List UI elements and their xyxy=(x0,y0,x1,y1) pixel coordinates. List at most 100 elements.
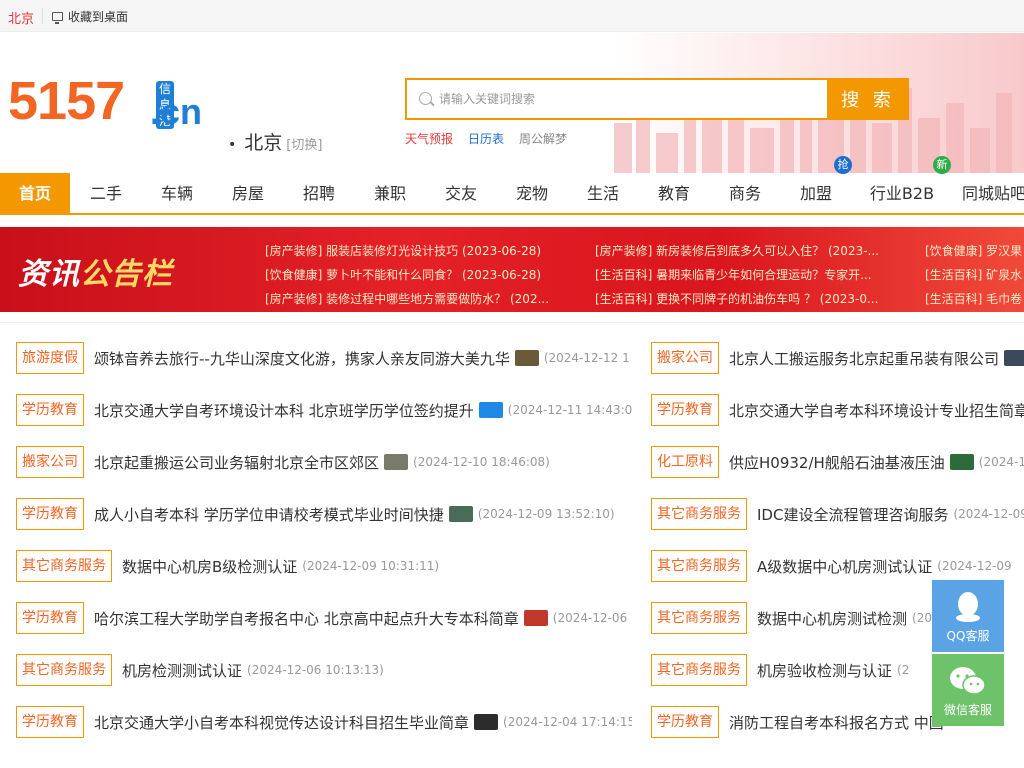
list-item: 学历教育 成人小自考本科 学历学位申请校考模式毕业时间快捷 (2024-12-09 … xyxy=(16,498,615,530)
qq-service-button[interactable]: QQ客服 xyxy=(932,580,1004,652)
listing-thumbnail xyxy=(478,402,503,418)
search-button[interactable]: 搜 索 xyxy=(827,78,909,120)
qq-service-label: QQ客服 xyxy=(946,629,990,643)
category-tag[interactable]: 搬家公司 xyxy=(16,446,84,478)
listing-title-link[interactable]: 北京交通大学小自考本科视觉传达设计科目招生毕业简章 xyxy=(94,712,469,733)
nav-housing[interactable]: 房屋 xyxy=(218,173,278,215)
category-tag[interactable]: 学历教育 xyxy=(651,394,719,426)
category-tag[interactable]: 其它商务服务 xyxy=(651,654,747,686)
news-banner: 资讯公告栏 [房产装修] 服装店装修灯光设计技巧 (2023-06-28) [房… xyxy=(0,227,1024,312)
list-item: 学历教育 北京交通大学小自考本科视觉传达设计科目招生毕业简章 (2024-12-04… xyxy=(16,706,632,738)
category-tag[interactable]: 其它商务服务 xyxy=(651,550,747,582)
hot-links: 天气预报 日历表 周公解梦 xyxy=(405,130,567,147)
listing-title-link[interactable]: 颂钵音养去旅行--九华山深度文化游，携家人亲友同游大美九华 xyxy=(94,348,510,369)
listing-thumbnail xyxy=(448,506,473,522)
list-item: 旅游度假 颂钵音养去旅行--九华山深度文化游，携家人亲友同游大美九华 (2024-1… xyxy=(16,342,630,374)
search-input[interactable] xyxy=(439,88,819,110)
search-box: 搜 索 xyxy=(405,78,909,120)
news-item[interactable]: [房产装修] 服装店装修灯光设计技巧 (2023-06-28) xyxy=(265,242,565,259)
top-city-link[interactable]: 北京 xyxy=(8,8,34,27)
listing-date: (2024-12-09 xyxy=(953,507,1024,521)
nav-education[interactable]: 教育 xyxy=(644,173,704,215)
top-divider xyxy=(42,8,43,24)
nav-dating[interactable]: 交友 xyxy=(431,173,491,215)
listing-title-link[interactable]: A级数据中心机房测试认证 xyxy=(757,556,932,577)
category-tag[interactable]: 其它商务服务 xyxy=(651,602,747,634)
nav-vehicles[interactable]: 车辆 xyxy=(147,173,207,215)
category-tag[interactable]: 旅游度假 xyxy=(16,342,84,374)
banner-title-part1: 资讯 xyxy=(18,257,80,292)
list-item: 其它商务服务 IDC建设全流程管理咨询服务 (2024-12-09 xyxy=(651,498,1024,530)
category-tag[interactable]: 学历教育 xyxy=(16,602,84,634)
wechat-service-button[interactable]: 微信客服 xyxy=(932,654,1004,726)
category-tag[interactable]: 学历教育 xyxy=(16,498,84,530)
listing-thumbnail xyxy=(949,454,974,470)
favorite-label: 收藏到桌面 xyxy=(68,10,129,24)
category-tag[interactable]: 学历教育 xyxy=(651,706,719,738)
listing-title-link[interactable]: 北京交通大学自考本科环境设计专业招生简章 xyxy=(729,400,1024,421)
list-item: 其它商务服务 数据中心机房B级检测认证 (2024-12-09 10:31:11) xyxy=(16,550,439,582)
listing-title-link[interactable]: 北京人工搬运服务北京起重吊装有限公司 xyxy=(729,348,999,369)
logo-domain: .cn xyxy=(150,91,203,132)
listing-title-link[interactable]: 机房验收检测与认证 xyxy=(757,660,892,681)
category-tag[interactable]: 其它商务服务 xyxy=(16,550,112,582)
listings: 旅游度假 颂钵音养去旅行--九华山深度文化游，携家人亲友同游大美九华 (2024-1… xyxy=(0,322,1024,768)
category-tag[interactable]: 化工原料 xyxy=(651,446,719,478)
listing-date: (2024-12-10 18:46:08) xyxy=(413,455,550,469)
listing-title-link[interactable]: 北京交通大学自考环境设计本科 北京班学历学位签约提升 xyxy=(94,400,474,421)
nav-pets[interactable]: 宠物 xyxy=(502,173,562,215)
category-tag[interactable]: 学历教育 xyxy=(16,394,84,426)
hot-link-dream[interactable]: 周公解梦 xyxy=(519,130,567,147)
wechat-service-label: 微信客服 xyxy=(943,703,992,717)
list-item: 其它商务服务 机房检测测试认证 (2024-12-06 10:13:13) xyxy=(16,654,384,686)
nav-franchise[interactable]: 加盟 xyxy=(786,173,846,215)
nav-life[interactable]: 生活 xyxy=(573,173,633,215)
nav-parttime[interactable]: 兼职 xyxy=(360,173,420,215)
site-logo[interactable]: 5157 信息港 .cn xyxy=(8,73,202,133)
nav-business[interactable]: 商务 xyxy=(715,173,775,215)
news-item[interactable]: [生活百科] 毛巾卷 xyxy=(925,290,1024,307)
listing-title-link[interactable]: 机房检测测试认证 xyxy=(122,660,242,681)
news-item[interactable]: [饮食健康] 萝卜叶不能和什么同食？ (2023-06-28) xyxy=(265,266,565,283)
category-tag[interactable]: 其它商务服务 xyxy=(651,498,747,530)
list-item: 学历教育 北京交通大学自考环境设计本科 北京班学历学位签约提升 (2024-12-1… xyxy=(16,394,632,426)
news-item[interactable]: [房产装修] 新房装修后到底多久可以入住？ (2023-... xyxy=(595,242,895,259)
wechat-icon xyxy=(950,667,986,695)
listing-thumbnail xyxy=(384,454,409,470)
listing-title-link[interactable]: 消防工程自考本科报名方式 中国 xyxy=(729,712,944,733)
hot-link-weather[interactable]: 天气预报 xyxy=(405,130,453,147)
news-item[interactable]: [生活百科] 矿泉水 xyxy=(925,266,1024,283)
listing-title-link[interactable]: 供应H0932/H舰船石油基液压油 xyxy=(729,452,945,473)
news-item[interactable]: [生活百科] 更换不同牌子的机油伤车吗 ？ (2023-0... xyxy=(595,290,895,307)
nav-forum[interactable]: 同城贴吧 xyxy=(962,173,1024,215)
news-item[interactable]: [房产装修] 装修过程中哪些地方需要做防水？ (202... xyxy=(265,290,565,307)
search-icon xyxy=(419,92,432,105)
listing-title-link[interactable]: 数据中心机房测试检测 xyxy=(757,608,907,629)
listing-date: (2024-12-06 xyxy=(552,611,628,625)
nav-jobs[interactable]: 招聘 xyxy=(289,173,349,215)
listing-date: (2024-12-09 13:52:10) xyxy=(477,507,615,521)
listing-thumbnail xyxy=(514,350,539,366)
listing-date: (2024-12-09 xyxy=(937,559,1012,573)
category-tag[interactable]: 其它商务服务 xyxy=(16,654,112,686)
listing-title-link[interactable]: IDC建设全流程管理咨询服务 xyxy=(757,504,948,525)
nav-home[interactable]: 首页 xyxy=(0,173,70,215)
listing-title-link[interactable]: 成人小自考本科 学历学位申请校考模式毕业时间快捷 xyxy=(94,504,444,525)
listing-title-link[interactable]: 哈尔滨工程大学助学自考报名中心 北京高中起点升大专本科简章 xyxy=(94,608,519,629)
news-item[interactable]: [饮食健康] 罗汉果 xyxy=(925,242,1024,259)
listing-title-link[interactable]: 北京起重搬运公司业务辐射北京全市区郊区 xyxy=(94,452,379,473)
news-item[interactable]: [生活百科] 暑期来临青少年如何合理运动？专家开... xyxy=(595,266,895,283)
list-item: 学历教育 北京交通大学自考本科环境设计专业招生简章 xyxy=(651,394,1024,426)
list-item: 学历教育 哈尔滨工程大学助学自考报名中心 北京高中起点升大专本科简章 (2024-1… xyxy=(16,602,627,634)
category-tag[interactable]: 学历教育 xyxy=(16,706,84,738)
listing-title-link[interactable]: 数据中心机房B级检测认证 xyxy=(122,556,297,577)
category-tag[interactable]: 搬家公司 xyxy=(651,342,719,374)
nav-secondhand[interactable]: 二手 xyxy=(76,173,136,215)
listing-date: (20 xyxy=(912,611,932,625)
switch-city-link[interactable]: [切换] xyxy=(286,138,322,153)
nav-b2b[interactable]: 行业B2B xyxy=(862,173,942,215)
favorite-desktop-link[interactable]: 收藏到桌面 xyxy=(52,8,128,25)
main-nav: 首页 二手 车辆 房屋 招聘 兼职 交友 宠物 生活 教育 商务 加盟 行业B2… xyxy=(0,156,1024,215)
hot-link-calendar[interactable]: 日历表 xyxy=(468,130,504,147)
list-item: 其它商务服务 数据中心机房测试检测 (20 xyxy=(651,602,932,634)
